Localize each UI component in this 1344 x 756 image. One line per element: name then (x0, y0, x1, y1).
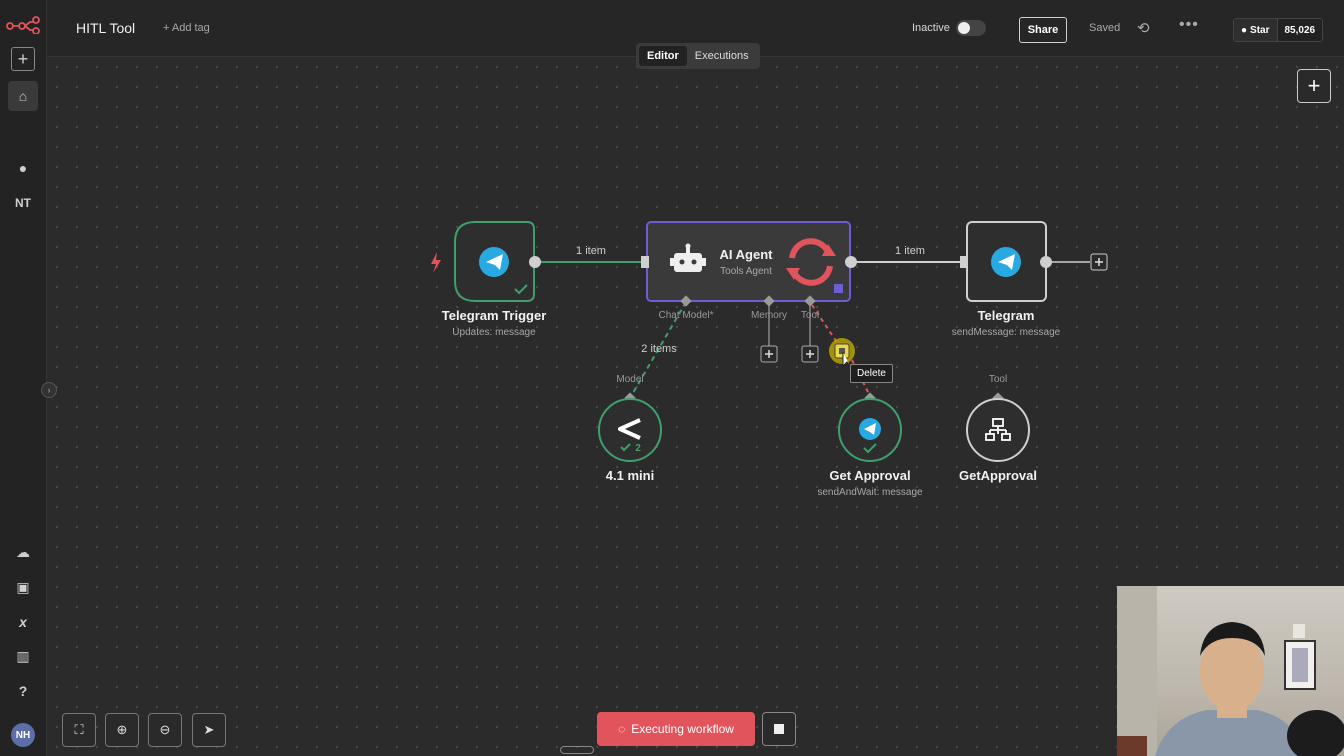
tab-editor[interactable]: Editor (639, 46, 687, 66)
templates-icon[interactable]: ▣ (8, 572, 38, 602)
port-model: Model (616, 374, 644, 385)
get-approval-tool-title: GetApproval (958, 468, 1038, 483)
node-model[interactable] (598, 398, 662, 462)
webcam-overlay (1117, 586, 1344, 756)
telegram-trigger-subtitle: Updates: message (452, 327, 536, 338)
help-icon[interactable]: ? (8, 676, 38, 706)
cloud-icon[interactable]: ☁ (8, 537, 38, 567)
zoom-out-button[interactable]: ⊖ (148, 713, 182, 747)
node-telegram-trigger[interactable] (454, 221, 535, 302)
telegram-title: Telegram (977, 308, 1035, 323)
node-get-approval-tool[interactable] (966, 398, 1030, 462)
workflow-title[interactable]: HITL Tool (76, 20, 135, 36)
node-telegram[interactable] (960, 221, 1047, 302)
tool-add-button[interactable] (801, 345, 819, 363)
edge-label-model: 2 items (641, 343, 677, 355)
github-star-count: 85,026 (1277, 19, 1323, 41)
node-get-approval[interactable] (838, 398, 902, 462)
fit-view-button[interactable]: ⛶ (62, 713, 96, 747)
get-approval-title: Get Approval (829, 468, 911, 483)
edge-label-trigger: 1 item (576, 245, 606, 257)
more-options-icon[interactable]: ••• (1179, 16, 1199, 34)
port-memory: Memory (750, 310, 788, 321)
tidy-up-button[interactable]: ➤ (192, 713, 226, 747)
saved-status: Saved (1089, 22, 1121, 34)
tab-executions[interactable]: Executions (687, 46, 757, 66)
memory-add-button[interactable] (760, 345, 778, 363)
zoom-in-button[interactable]: ⊕ (105, 713, 139, 747)
left-sidebar: + ⌂ ● NT ☁ ▣ x ▥ ? NH (0, 0, 47, 756)
get-approval-subtitle: sendAndWait: message (817, 487, 923, 498)
trigger-bolt-icon (431, 252, 441, 273)
create-button[interactable]: + (11, 47, 35, 71)
telegram-trigger-title: Telegram Trigger (441, 308, 547, 323)
delete-tooltip: Delete (850, 364, 893, 383)
port-tool-2: Tool (988, 374, 1008, 385)
edge-label-agent: 1 item (895, 245, 925, 257)
add-node-button[interactable]: + (1297, 69, 1331, 103)
telegram-subtitle: sendMessage: message (951, 327, 1061, 338)
github-icon: ● (1241, 24, 1248, 36)
ai-agent-title: AI Agent (719, 247, 773, 262)
view-tabs: Editor Executions (636, 43, 760, 69)
ai-agent-subtitle: Tools Agent (720, 266, 772, 277)
history-icon[interactable]: ⟲ (1137, 19, 1150, 37)
status-label: Inactive (912, 22, 950, 34)
share-button[interactable]: Share (1019, 17, 1067, 43)
insights-icon[interactable]: ▥ (8, 641, 38, 671)
scroll-handle[interactable] (560, 746, 594, 754)
avatar[interactable]: NH (11, 723, 35, 747)
telegram-add-next-button[interactable] (1090, 253, 1108, 271)
port-chat-model: Chat Model* (658, 310, 714, 321)
github-star-label: Star (1250, 24, 1270, 36)
n8n-logo[interactable] (6, 16, 40, 34)
user-icon[interactable]: ● (8, 153, 38, 183)
stop-execution-button[interactable] (762, 712, 796, 746)
home-icon[interactable]: ⌂ (8, 81, 38, 111)
github-star-widget[interactable]: ● Star 85,026 (1233, 18, 1324, 42)
port-tool: Tool (800, 310, 820, 321)
executing-workflow-button[interactable]: ◌ Executing workflow (597, 712, 755, 746)
presenter-video (1117, 586, 1344, 756)
model-badge: 2 (635, 443, 641, 454)
add-tag-link[interactable]: + Add tag (163, 22, 210, 34)
variables-icon[interactable]: x (8, 607, 38, 637)
model-title: 4.1 mini (605, 468, 655, 483)
execute-label: Executing workflow (631, 722, 734, 736)
sidebar-expand-icon[interactable]: › (41, 382, 57, 398)
active-toggle[interactable] (956, 20, 986, 36)
workspace-initials[interactable]: NT (8, 188, 38, 218)
spinner-icon: ◌ (618, 722, 626, 736)
